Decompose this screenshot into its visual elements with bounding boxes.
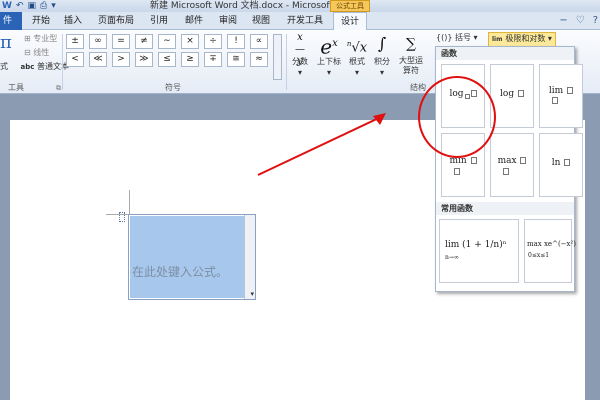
symbol-button[interactable]: > xyxy=(112,52,130,67)
structure-group-label: 结构 xyxy=(410,83,426,92)
equation-placeholder[interactable]: 在此处键入公式。 xyxy=(132,263,228,280)
common-max-formula[interactable]: max xe^(−x²) 0≤x≤1 xyxy=(524,219,576,283)
limit-icon: lim xyxy=(492,36,503,43)
margin-marker xyxy=(129,190,130,215)
tab-home[interactable]: 开始 xyxy=(28,12,54,30)
tab-developer[interactable]: 开发工具 xyxy=(284,12,326,30)
help-icon[interactable]: ? xyxy=(593,12,598,30)
ln-option[interactable]: ln xyxy=(539,133,583,197)
symbol-button[interactable]: ≥ xyxy=(181,52,199,67)
large-operator-button[interactable]: ∑ 大型运算符 xyxy=(398,32,424,76)
symbol-button[interactable]: ± xyxy=(66,34,84,49)
log-option[interactable]: log xyxy=(490,64,534,128)
symbol-gallery: ± ∞ = ≠ ∼ × ÷ ! ∝ < ≪ > ≫ ≤ ≥ ∓ ≅ ≈ xyxy=(66,34,268,67)
print-icon[interactable]: ⎙ xyxy=(40,1,47,11)
integral-icon: ∫ xyxy=(377,34,387,53)
common-limit-formula[interactable]: lim (1 + 1/n)ⁿ n→∞ xyxy=(439,219,519,283)
tab-review[interactable]: 审阅 xyxy=(215,12,241,30)
context-tab-equation-tools: 公式工具 xyxy=(330,0,370,12)
equation-pi-icon[interactable]: π xyxy=(0,32,12,53)
normal-text-button[interactable]: 式 abc 普通文本 xyxy=(0,60,69,74)
superscript-icon: ex xyxy=(320,34,338,59)
bracket-menu[interactable]: {()} 括号 ▾ xyxy=(436,32,478,44)
group-separator xyxy=(286,34,287,90)
equation-handle[interactable] xyxy=(119,212,125,222)
symbol-button[interactable]: ÷ xyxy=(204,34,222,49)
equation-options-bar[interactable]: ▾ xyxy=(244,215,255,299)
tab-page-layout[interactable]: 页面布局 xyxy=(93,12,139,30)
symbol-button[interactable]: ∞ xyxy=(89,34,107,49)
margin-marker xyxy=(106,214,130,215)
limit-log-menu[interactable]: lim 极限和对数 ▾ xyxy=(488,32,556,47)
symbol-button[interactable]: ≫ xyxy=(135,52,153,67)
symbol-button[interactable]: × xyxy=(181,34,199,49)
radical-button[interactable]: n√x 根式 ▾ xyxy=(346,32,368,78)
annotation-circle xyxy=(418,76,496,158)
tab-mailings[interactable]: 邮件 xyxy=(181,12,207,30)
tab-design[interactable]: 设计 xyxy=(333,12,367,31)
symbol-button[interactable]: ≠ xyxy=(135,34,153,49)
symbol-button[interactable]: ≈ xyxy=(250,52,268,67)
symbol-button[interactable]: ≅ xyxy=(227,52,245,67)
symbol-button[interactable]: ∼ xyxy=(158,34,176,49)
heart-icon[interactable]: ♡ xyxy=(576,12,585,30)
tab-insert[interactable]: 插入 xyxy=(60,12,86,30)
equation-selection: 在此处键入公式。 xyxy=(130,216,244,298)
tab-references[interactable]: 引用 xyxy=(146,12,172,30)
symbol-button[interactable]: ≪ xyxy=(89,52,107,67)
annotation-arrow xyxy=(257,113,386,176)
fraction-button[interactable]: x — y 分数 ▾ xyxy=(288,32,312,78)
symbol-button[interactable]: ! xyxy=(227,34,245,49)
minimize-ribbon-icon[interactable]: − xyxy=(559,12,567,30)
symbol-button[interactable]: ≤ xyxy=(158,52,176,67)
symbol-gallery-scroll[interactable] xyxy=(273,34,282,80)
symbols-group-label: 符号 xyxy=(165,83,181,92)
group-separator xyxy=(62,34,63,90)
save-icon[interactable]: ▣ xyxy=(27,1,36,11)
tools-group-label: 工具 xyxy=(8,83,24,92)
quick-access-toolbar: W ↶ ▣ ⎙ ▾ xyxy=(2,0,56,12)
equation-options-dropdown-icon[interactable]: ▾ xyxy=(250,290,254,298)
window-title: 新建 Microsoft Word 文档.docx - Microsoft Wo… xyxy=(150,1,359,11)
ribbon-tabs: 件 开始 插入 页面布局 引用 邮件 审阅 视图 开发工具 设计 xyxy=(0,12,600,31)
integral-button[interactable]: ∫ 积分 ▾ xyxy=(371,32,393,78)
limit-option[interactable]: lim xyxy=(539,64,583,128)
symbol-button[interactable]: = xyxy=(112,34,130,49)
script-button[interactable]: ex 上下标 ▾ xyxy=(314,32,344,78)
max-option[interactable]: max xyxy=(490,133,534,197)
word-icon[interactable]: W xyxy=(2,1,12,11)
undo-icon[interactable]: ↶ xyxy=(16,1,24,11)
summation-icon: ∑ xyxy=(406,36,416,52)
tab-view[interactable]: 视图 xyxy=(248,12,274,30)
dialog-launcher-icon[interactable]: ⧉ xyxy=(56,84,61,93)
title-bar: W ↶ ▣ ⎙ ▾ 新建 Microsoft Word 文档.docx - Mi… xyxy=(0,0,600,12)
radical-icon: n√x xyxy=(346,40,368,56)
symbol-button[interactable]: ∝ xyxy=(250,34,268,49)
qat-dropdown-icon[interactable]: ▾ xyxy=(51,1,56,11)
tab-file[interactable]: 件 xyxy=(0,12,22,30)
symbol-button[interactable]: ∓ xyxy=(204,52,222,67)
window-controls: − ♡ ? xyxy=(559,12,598,30)
functions-section-header: 函数 xyxy=(436,47,574,60)
symbol-button[interactable]: < xyxy=(66,52,84,67)
common-functions-section-header: 常用函数 xyxy=(436,202,574,215)
fraction-icon: x — y xyxy=(295,32,305,67)
equation-box[interactable]: 在此处键入公式。 ▾ xyxy=(128,214,256,300)
